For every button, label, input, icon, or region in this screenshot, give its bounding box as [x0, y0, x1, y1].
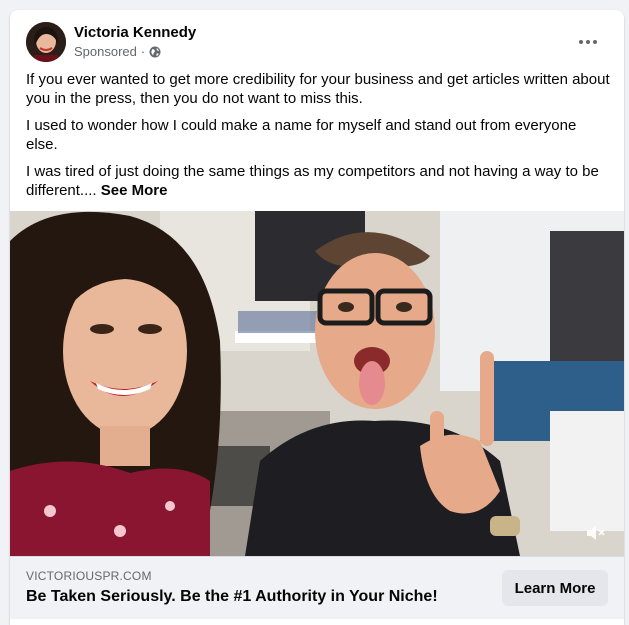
video-player[interactable] — [10, 211, 624, 556]
ad-domain[interactable]: VICTORIOUSPR.COM — [26, 569, 152, 583]
video-frame — [10, 211, 624, 556]
more-options-icon[interactable] — [574, 28, 602, 56]
ad-footer[interactable]: VICTORIOUSPR.COM Be Taken Seriously. Be … — [10, 556, 624, 619]
globe-icon[interactable] — [149, 46, 161, 58]
post-paragraph: If you ever wanted to get more credibili… — [26, 71, 610, 107]
post-paragraph: I was tired of just doing the same thing… — [26, 163, 599, 199]
sponsored-label[interactable]: Sponsored — [74, 44, 137, 59]
sponsored-post-card: Victoria Kennedy Sponsored · If you ever… — [10, 10, 624, 625]
avatar[interactable] — [26, 22, 66, 62]
post-meta: Sponsored · — [74, 44, 161, 59]
see-more-link[interactable]: See More — [101, 182, 168, 199]
meta-separator: · — [140, 44, 146, 59]
post-paragraph: I used to wonder how I could make a name… — [26, 117, 577, 153]
learn-more-button[interactable]: Learn More — [502, 570, 608, 606]
post-text: If you ever wanted to get more credibili… — [26, 70, 610, 208]
muted-speaker-icon[interactable] — [582, 520, 608, 546]
author-name[interactable]: Victoria Kennedy — [74, 24, 196, 41]
post-header: Victoria Kennedy Sponsored · — [26, 22, 608, 64]
ad-headline[interactable]: Be Taken Seriously. Be the #1 Authority … — [26, 588, 438, 606]
